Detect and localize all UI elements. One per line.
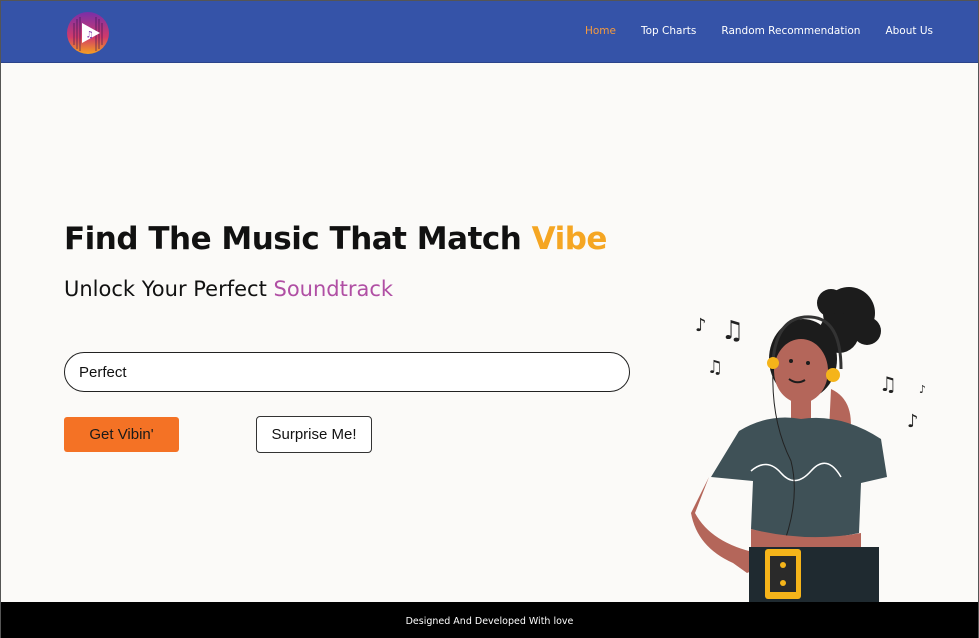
hero-subtitle: Unlock Your Perfect Soundtrack bbox=[64, 277, 393, 301]
svg-text:♫: ♫ bbox=[86, 31, 94, 41]
nav-top-charts[interactable]: Top Charts bbox=[641, 25, 696, 37]
music-play-logo-icon[interactable]: ♫ bbox=[66, 11, 110, 55]
svg-text:♪: ♪ bbox=[695, 315, 707, 336]
footer-text: Designed And Developed With love bbox=[405, 616, 574, 627]
navbar: ♫ Home Top Charts Random Recommendation … bbox=[1, 1, 978, 63]
nav-about-us[interactable]: About Us bbox=[885, 25, 933, 37]
hero-subtitle-accent: Soundtrack bbox=[273, 277, 394, 301]
nav-links: Home Top Charts Random Recommendation Ab… bbox=[585, 25, 933, 37]
girl-with-headphones-illustration: ♪ ♫ ♫ ♫ ♪ ♪ bbox=[691, 287, 926, 603]
hero-title: Find The Music That Match Vibe bbox=[64, 221, 607, 257]
svg-text:♪: ♪ bbox=[907, 411, 919, 432]
hero-title-accent: Vibe bbox=[531, 221, 608, 257]
hero-subtitle-main: Unlock Your Perfect bbox=[64, 277, 274, 301]
surprise-me-button[interactable]: Surprise Me! bbox=[256, 416, 372, 453]
svg-text:♫: ♫ bbox=[721, 316, 744, 346]
footer: Designed And Developed With love bbox=[1, 602, 978, 638]
get-vibin-button[interactable]: Get Vibin' bbox=[64, 417, 179, 452]
search-input[interactable] bbox=[64, 352, 630, 392]
svg-text:♪: ♪ bbox=[919, 383, 926, 396]
hero-title-main: Find The Music That Match bbox=[64, 221, 532, 257]
nav-random-recommendation[interactable]: Random Recommendation bbox=[721, 25, 860, 37]
svg-text:♫: ♫ bbox=[879, 372, 897, 396]
nav-home[interactable]: Home bbox=[585, 25, 616, 37]
svg-text:♫: ♫ bbox=[707, 357, 723, 378]
